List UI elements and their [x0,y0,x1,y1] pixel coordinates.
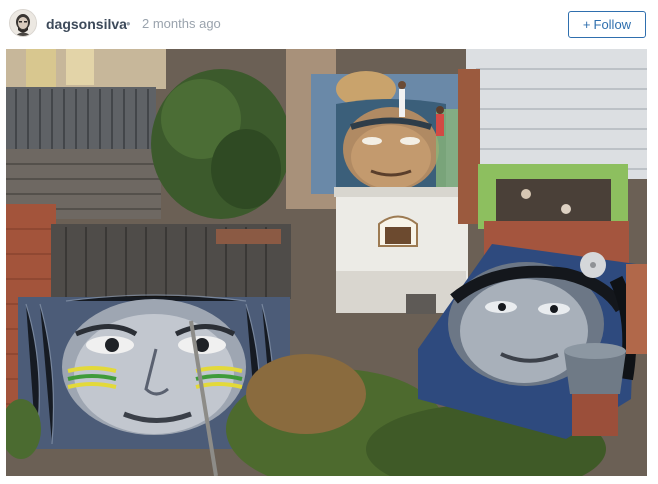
post-timestamp[interactable]: 2 months ago [142,16,221,32]
post-header: dagsonsilva • 2 months ago + Follow [0,0,658,49]
follow-label: Follow [593,17,632,32]
username[interactable]: dagsonsilva [46,16,127,32]
post-photo[interactable] [6,49,647,476]
user-avatar-icon [10,10,36,36]
plus-icon: + [582,17,591,32]
separator-dot: • [126,16,131,31]
rooftop-murals-image [6,49,647,476]
follow-button[interactable]: + Follow [568,11,646,38]
avatar[interactable] [9,9,37,37]
